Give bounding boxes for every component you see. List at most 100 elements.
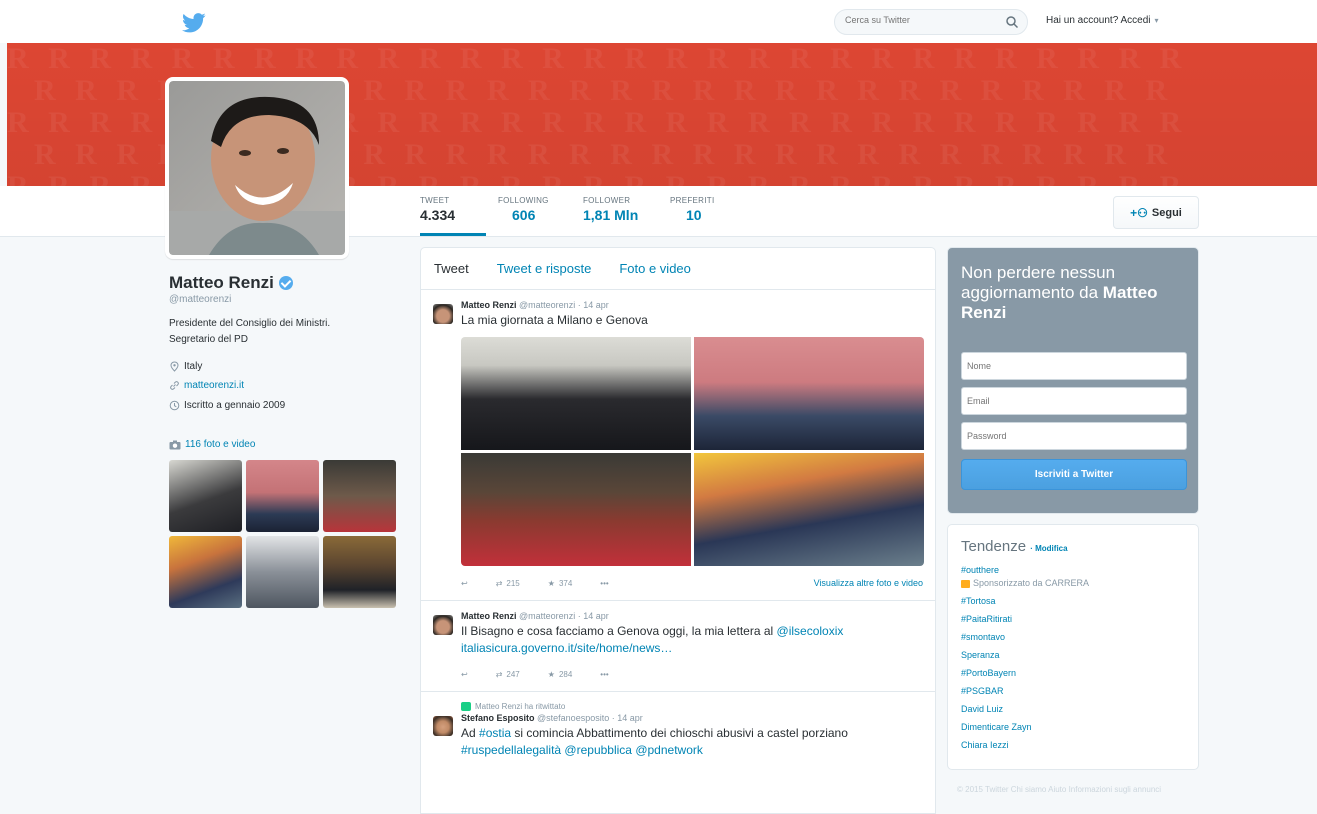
follow-button[interactable]: +⚇ Segui bbox=[1113, 196, 1199, 229]
profile-joined: Iscritto a gennaio 2009 bbox=[169, 400, 285, 411]
photo-thumbnails bbox=[169, 460, 397, 608]
tweet-photo[interactable] bbox=[461, 337, 691, 450]
tweet-mention[interactable]: @pdnetwork bbox=[635, 743, 703, 757]
tweet-hashtag[interactable]: #ruspedellalegalità bbox=[461, 743, 561, 757]
tweet-time[interactable]: · 14 apr bbox=[578, 300, 609, 310]
tweet-author[interactable]: Matteo Renzi bbox=[461, 300, 517, 310]
login-label[interactable]: Hai un account? Accedi bbox=[1046, 15, 1151, 26]
tweet-photo[interactable] bbox=[694, 453, 924, 566]
trend-item[interactable]: Speranza bbox=[961, 648, 1185, 662]
more-icon[interactable]: ••• bbox=[600, 670, 608, 679]
tweet[interactable]: Matteo Renzi ha ritwittato Stefano Espos… bbox=[421, 692, 935, 769]
search-input[interactable] bbox=[845, 15, 995, 25]
search-box[interactable] bbox=[834, 9, 1028, 35]
trend-item[interactable]: Dimenticare Zayn bbox=[961, 720, 1185, 734]
favorite-action[interactable]: ★ 284 bbox=[548, 670, 573, 679]
tweet-avatar[interactable] bbox=[433, 716, 453, 736]
trends-module: Tendenze · Modifica #outthere Sponsorizz… bbox=[947, 524, 1199, 770]
stat-tweet[interactable]: TWEET 4.334 bbox=[420, 196, 455, 223]
add-user-icon: +⚇ bbox=[1130, 205, 1148, 220]
trends-edit-link[interactable]: · Modifica bbox=[1030, 544, 1067, 553]
photo-thumbnail[interactable] bbox=[169, 536, 242, 608]
stat-label: TWEET bbox=[420, 196, 450, 205]
reply-icon[interactable]: ↩ bbox=[461, 579, 468, 588]
trend-item[interactable]: #Tortosa bbox=[961, 594, 1185, 608]
stat-following[interactable]: FOLLOWING 606 bbox=[498, 196, 549, 223]
tweet-author[interactable]: Stefano Esposito bbox=[461, 713, 535, 723]
trend-item[interactable]: #PSGBAR bbox=[961, 684, 1185, 698]
tweet-photo[interactable] bbox=[461, 453, 691, 566]
profile-avatar[interactable] bbox=[165, 77, 349, 259]
tweet-url[interactable]: italiasicura.governo.it/site/home/news… bbox=[461, 641, 672, 655]
timeline-tabs: Tweet Tweet e risposte Foto e video bbox=[421, 248, 935, 290]
photos-link-text[interactable]: 116 foto e video bbox=[185, 439, 255, 450]
stat-follower[interactable]: FOLLOWER 1,81 Mln bbox=[583, 196, 638, 223]
tweet-hashtag[interactable]: #ostia bbox=[479, 726, 511, 740]
more-media-link[interactable]: Visualizza altre foto e video bbox=[814, 578, 923, 588]
tweet-mention[interactable]: @repubblica bbox=[564, 743, 632, 757]
photo-thumbnail[interactable] bbox=[246, 460, 319, 532]
footer-links[interactable]: © 2015 Twitter Chi siamo Aiuto Informazi… bbox=[957, 784, 1187, 795]
tab-foto-e-video[interactable]: Foto e video bbox=[619, 261, 691, 276]
calendar-clock-icon bbox=[169, 400, 180, 411]
reply-icon[interactable]: ↩ bbox=[461, 670, 468, 679]
photo-thumbnail[interactable] bbox=[169, 460, 242, 532]
trend-item[interactable]: Chiara Iezzi bbox=[961, 738, 1185, 752]
tweet-mention[interactable]: @ilsecoloxix bbox=[777, 624, 844, 638]
promoted-text: Sponsorizzato da CARRERA bbox=[973, 578, 1090, 588]
retweet-action[interactable]: ⇄ 247 bbox=[496, 670, 520, 679]
twitter-bird-icon[interactable] bbox=[182, 13, 206, 33]
profile-bio: Presidente del Consiglio dei Ministri. S… bbox=[169, 316, 389, 348]
trends-list: #outthere Sponsorizzato da CARRERA #Tort… bbox=[961, 563, 1185, 752]
signup-button[interactable]: Iscriviti a Twitter bbox=[961, 459, 1187, 490]
photo-thumbnail[interactable] bbox=[323, 460, 396, 532]
tweet-time[interactable]: · 14 apr bbox=[578, 611, 609, 621]
trend-item[interactable]: #smontavo bbox=[961, 630, 1185, 644]
tweet-author[interactable]: Matteo Renzi bbox=[461, 611, 517, 621]
tweet-photo[interactable] bbox=[694, 337, 924, 450]
tweet-avatar[interactable] bbox=[433, 304, 453, 324]
profile-website[interactable]: matteorenzi.it bbox=[169, 380, 244, 391]
retweeted-by-text[interactable]: Matteo Renzi ha ritwittato bbox=[475, 702, 565, 711]
trend-item[interactable]: David Luiz bbox=[961, 702, 1185, 716]
tweet-handle[interactable]: @matteorenzi bbox=[519, 611, 575, 621]
tweet-handle[interactable]: @stefanoesposito bbox=[537, 713, 609, 723]
tweet-handle[interactable]: @matteorenzi bbox=[519, 300, 575, 310]
tab-tweet-e-risposte[interactable]: Tweet e risposte bbox=[497, 261, 592, 276]
photo-thumbnail[interactable] bbox=[323, 536, 396, 608]
retweet-action[interactable]: ⇄ 215 bbox=[496, 579, 520, 588]
caret-down-icon: ▾ bbox=[1154, 16, 1159, 25]
tweet[interactable]: Matteo Renzi @matteorenzi · 14 apr La mi… bbox=[421, 290, 935, 601]
photos-videos-link[interactable]: 116 foto e video bbox=[169, 439, 255, 450]
search-icon[interactable] bbox=[1005, 15, 1019, 29]
trends-title: Tendenze · Modifica bbox=[961, 538, 1185, 555]
signup-name-field[interactable] bbox=[961, 352, 1187, 380]
signup-email-field[interactable] bbox=[961, 387, 1187, 415]
bio-line: Presidente del Consiglio dei Ministri. bbox=[169, 318, 331, 329]
tweet-text: Ad #ostia si comincia Abbattimento dei c… bbox=[461, 725, 923, 759]
retweet-icon: ⇄ bbox=[495, 669, 503, 679]
stat-preferiti[interactable]: PREFERITI 10 bbox=[670, 196, 714, 223]
trend-item[interactable]: #PortoBayern bbox=[961, 666, 1185, 680]
stat-value: 10 bbox=[686, 207, 702, 223]
stat-label: FOLLOWER bbox=[583, 196, 631, 205]
profile-name[interactable]: Matteo Renzi bbox=[169, 273, 293, 293]
profile-location: Italy bbox=[169, 361, 202, 372]
photo-thumbnail[interactable] bbox=[246, 536, 319, 608]
trend-item[interactable]: #PaitaRitirati bbox=[961, 612, 1185, 626]
tweet-avatar[interactable] bbox=[433, 615, 453, 635]
tab-tweet[interactable]: Tweet bbox=[434, 261, 469, 276]
trend-item[interactable]: #outthere bbox=[961, 563, 1185, 577]
tweet[interactable]: Matteo Renzi @matteorenzi · 14 apr Il Bi… bbox=[421, 601, 935, 692]
website-link[interactable]: matteorenzi.it bbox=[184, 380, 244, 391]
login-dropdown[interactable]: Hai un account? Accedi ▾ bbox=[1046, 15, 1159, 26]
favorite-action[interactable]: ★ 374 bbox=[548, 579, 573, 588]
profile-handle[interactable]: @matteorenzi bbox=[169, 294, 231, 305]
tweet-time[interactable]: · 14 apr bbox=[612, 713, 643, 723]
more-icon[interactable]: ••• bbox=[600, 579, 608, 588]
star-icon: ★ bbox=[547, 578, 555, 588]
signup-password-field[interactable] bbox=[961, 422, 1187, 450]
promoted-label: Sponsorizzato da CARRERA bbox=[961, 577, 1185, 590]
retweet-badge-icon bbox=[461, 702, 471, 711]
profile-name-text[interactable]: Matteo Renzi bbox=[169, 273, 274, 293]
